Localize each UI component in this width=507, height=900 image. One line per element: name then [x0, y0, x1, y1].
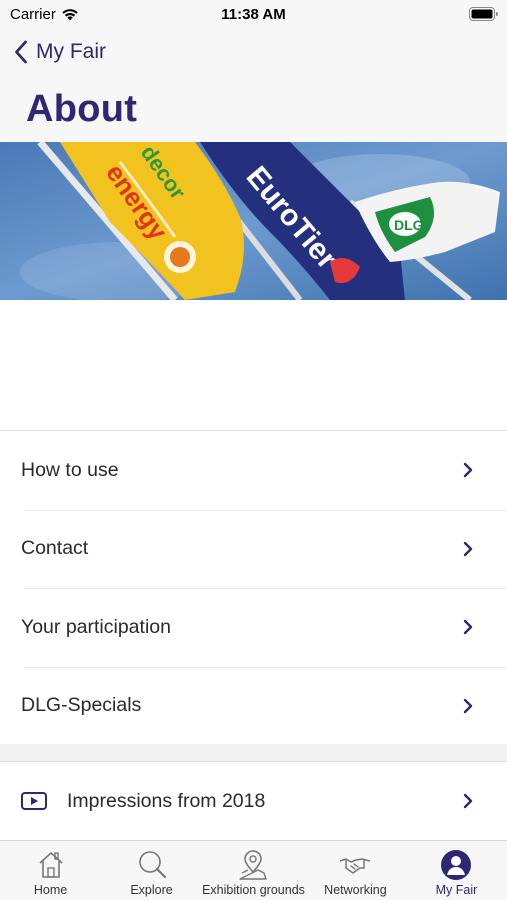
tab-label: Explore: [130, 883, 173, 897]
menu-item-dlg-specials[interactable]: DLG-Specials: [0, 666, 507, 746]
tab-label: Exhibition grounds: [202, 883, 305, 897]
content-spacer: [0, 300, 507, 430]
tab-bar: Home Explore Exhibition grounds Networki…: [0, 840, 507, 900]
menu-item-contact[interactable]: Contact: [0, 509, 507, 589]
handshake-icon: [340, 858, 371, 874]
battery-icon: [469, 7, 499, 26]
menu-item-label: DLG-Specials: [21, 694, 142, 717]
section-gap: [0, 744, 507, 761]
status-time: 11:38 AM: [221, 6, 286, 23]
menu-item-label: Your participation: [21, 615, 171, 638]
search-icon: [138, 851, 166, 879]
tab-exhibition-grounds[interactable]: Exhibition grounds: [202, 841, 305, 900]
user-icon: [441, 850, 472, 880]
svg-text:DLG: DLG: [394, 217, 424, 233]
tab-home[interactable]: Home: [0, 841, 101, 900]
chevron-right-icon: [463, 541, 473, 556]
hero-banner-image: energy decor EuroTier DLG: [0, 142, 507, 300]
tab-label: Networking: [324, 883, 387, 897]
tab-my-fair[interactable]: My Fair: [406, 841, 507, 900]
map-pin-icon: [239, 850, 268, 880]
tab-explore[interactable]: Explore: [101, 841, 202, 900]
menu-item-label: Impressions from 2018: [67, 789, 266, 812]
chevron-right-icon: [463, 463, 473, 478]
media-menu-list: Impressions from 2018: [0, 761, 507, 842]
home-icon: [38, 852, 63, 878]
video-icon: [21, 791, 47, 811]
menu-item-your-participation[interactable]: Your participation: [0, 588, 507, 667]
menu-item-impressions-2018[interactable]: Impressions from 2018: [0, 762, 507, 841]
tab-label: Home: [33, 883, 68, 897]
navigation-bar: My Fair About: [0, 30, 507, 142]
chevron-right-icon: [463, 620, 473, 635]
tab-networking[interactable]: Networking: [305, 841, 406, 900]
status-bar: Carrier 11:38 AM: [0, 0, 507, 30]
menu-item-label: Contact: [21, 537, 89, 560]
chevron-right-icon: [463, 698, 473, 713]
menu-item-label: How to use: [21, 458, 119, 481]
page-title: About: [26, 88, 138, 130]
tab-label: My Fair: [435, 883, 478, 897]
back-button[interactable]: My Fair: [14, 40, 106, 64]
back-button-label: My Fair: [36, 40, 106, 63]
chevron-right-icon: [463, 794, 473, 809]
chevron-left-icon: [15, 40, 27, 64]
menu-item-how-to-use[interactable]: How to use: [0, 431, 507, 510]
about-menu-list: How to use Contact Your participation DL…: [0, 430, 507, 746]
